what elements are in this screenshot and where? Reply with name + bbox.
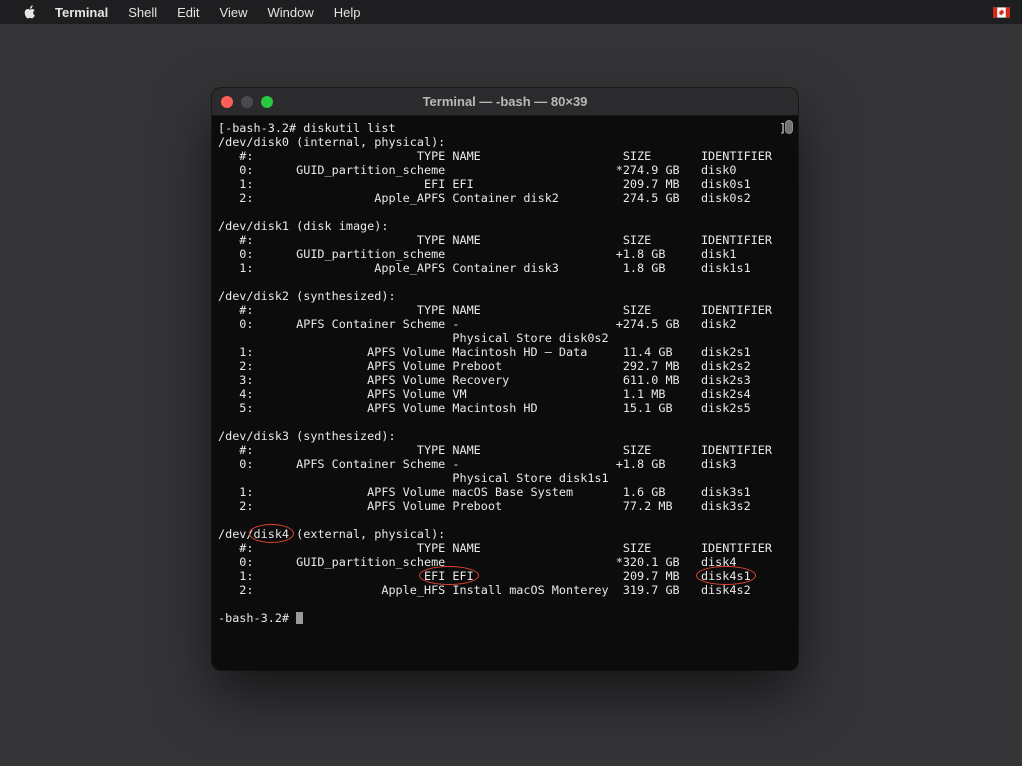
terminal-screen[interactable]: [-bash-3.2# diskutil list ]/dev/disk0 (i… <box>212 117 798 670</box>
minimize-button[interactable] <box>241 96 253 108</box>
desktop: { "menu_bar": { "app_name": "Terminal", … <box>0 0 1022 766</box>
menu-item-shell[interactable]: Shell <box>118 5 167 20</box>
prompt-text: -bash-3.2# <box>218 611 296 625</box>
annotation-circle: disk4s1 <box>701 569 751 583</box>
menu-item-view[interactable]: View <box>210 5 258 20</box>
menu-item-help[interactable]: Help <box>324 5 371 20</box>
apple-menu[interactable] <box>22 5 37 20</box>
close-button[interactable] <box>221 96 233 108</box>
annotation-circle: disk4 <box>254 527 290 541</box>
menu-item-window[interactable]: Window <box>258 5 324 20</box>
zoom-button[interactable] <box>261 96 273 108</box>
prompt-line: -bash-3.2# <box>218 611 798 625</box>
menu-app-name[interactable]: Terminal <box>45 5 118 20</box>
terminal-window: Terminal — -bash — 80×39 [-bash-3.2# dis… <box>212 88 798 670</box>
window-titlebar[interactable]: Terminal — -bash — 80×39 <box>212 88 798 116</box>
window-title: Terminal — -bash — 80×39 <box>212 94 798 109</box>
terminal-output: [-bash-3.2# diskutil list ]/dev/disk0 (i… <box>218 121 798 611</box>
terminal-cursor <box>296 612 303 624</box>
menu-item-edit[interactable]: Edit <box>167 5 209 20</box>
annotation-circle: EFI EFI <box>424 569 474 583</box>
menu-bar: Terminal Shell Edit View Window Help <box>0 0 1022 24</box>
scrollbar-thumb[interactable] <box>785 120 793 134</box>
input-source-canada-flag-icon[interactable] <box>993 7 1010 18</box>
apple-logo-icon <box>22 5 37 20</box>
